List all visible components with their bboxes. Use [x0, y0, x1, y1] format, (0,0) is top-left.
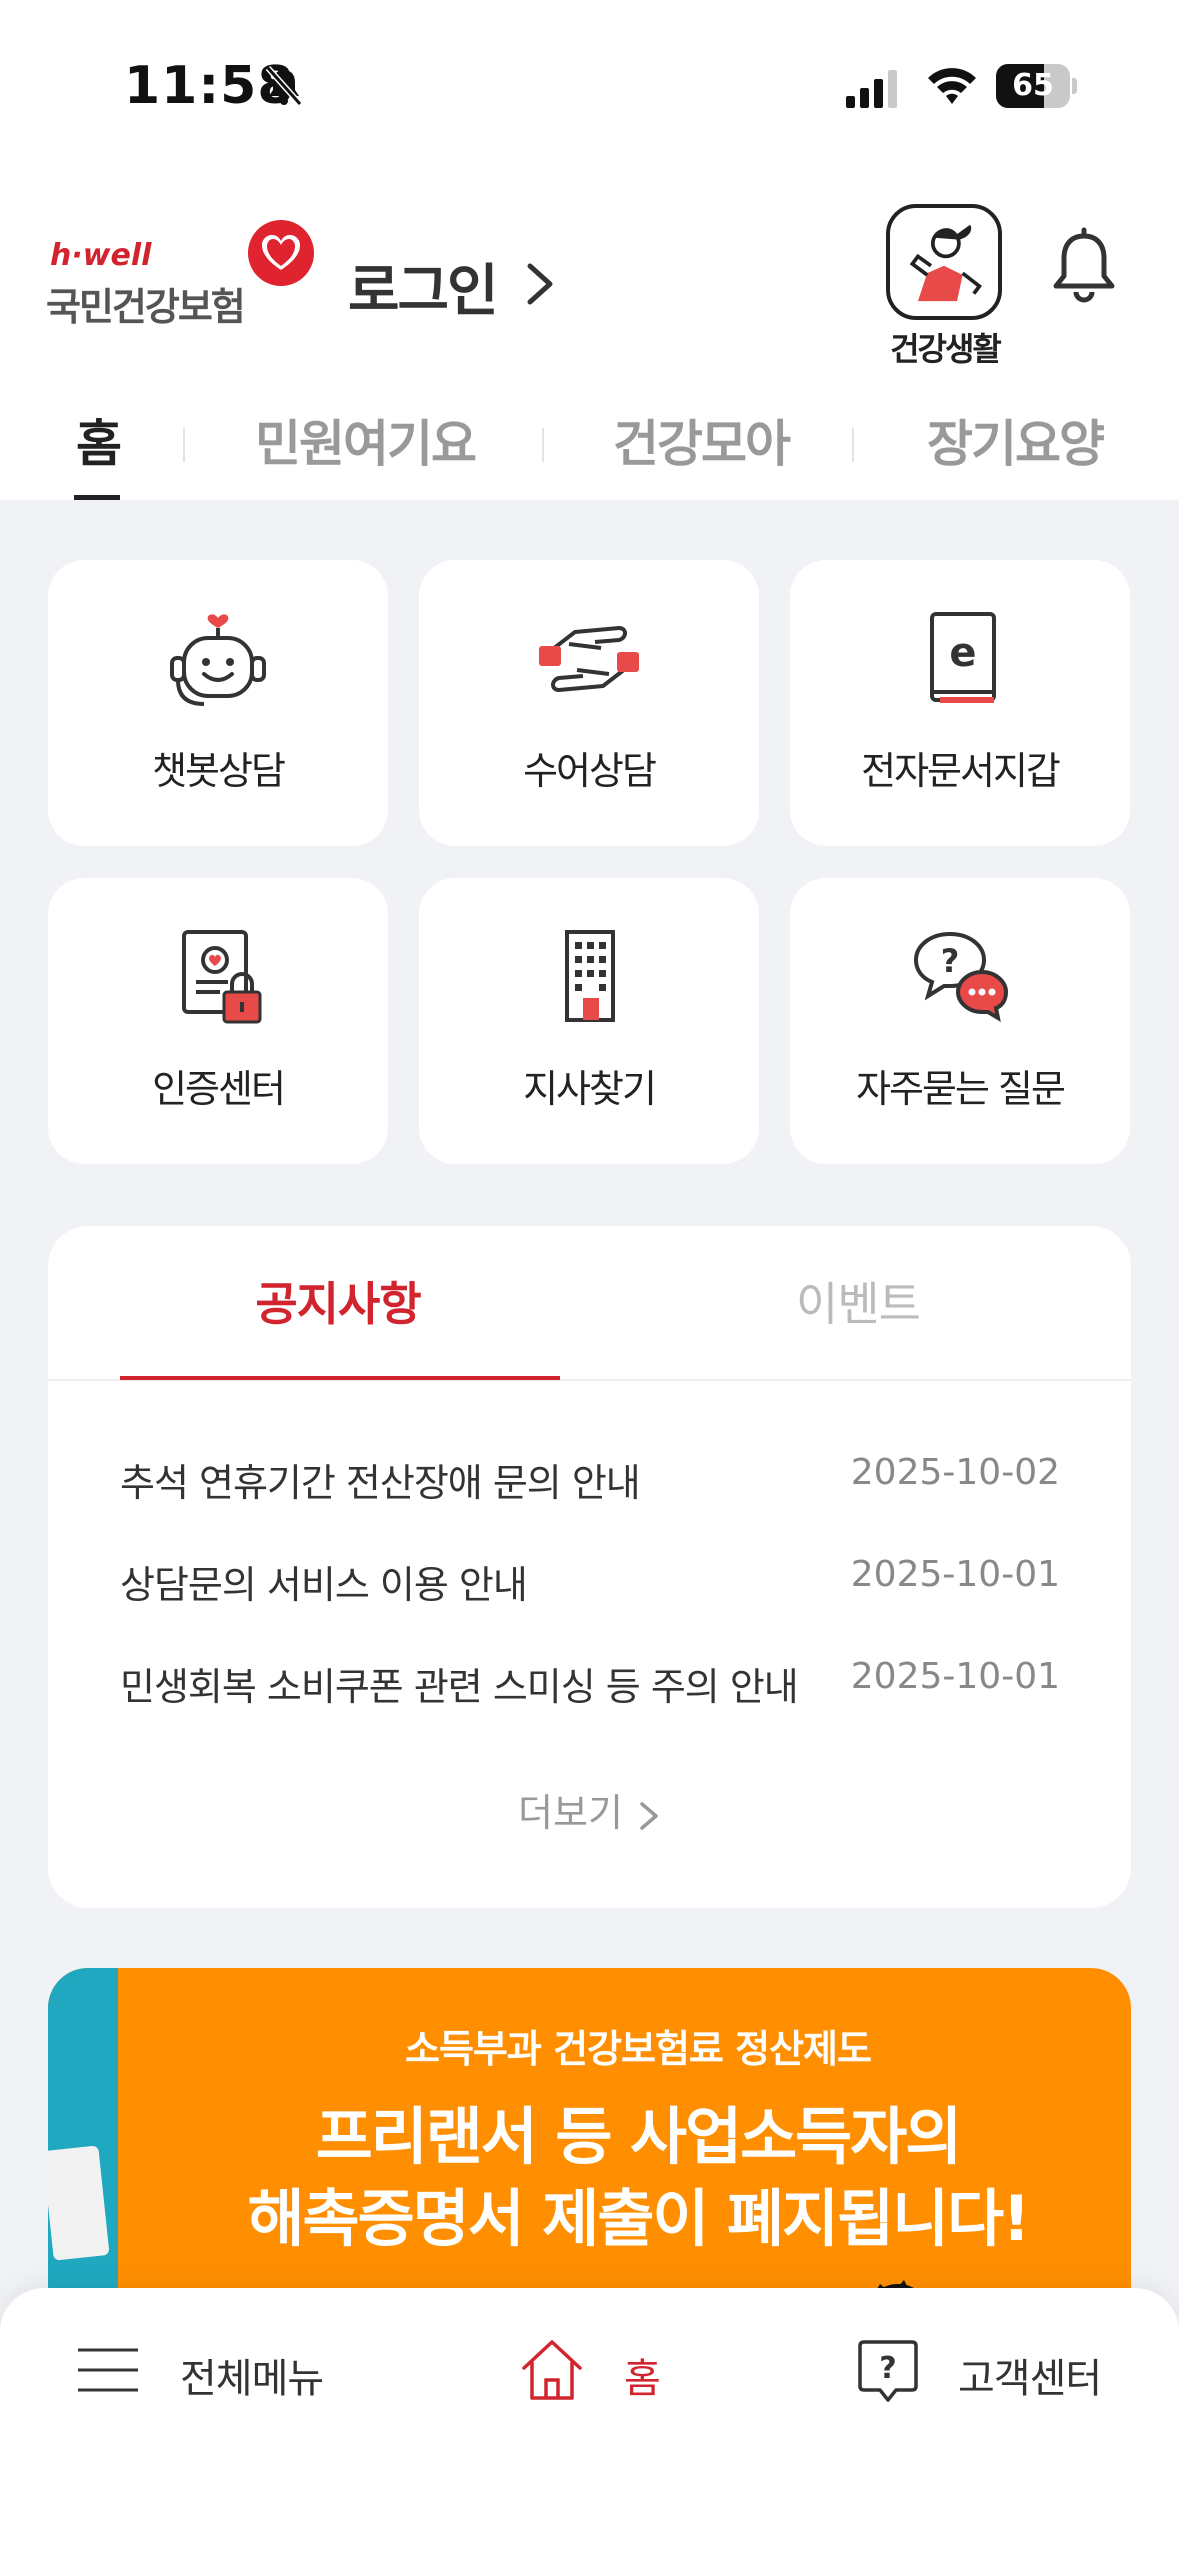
building-icon — [565, 930, 615, 1022]
health-life-icon — [886, 204, 1002, 320]
help-bubble-icon: ? — [858, 2340, 918, 2402]
menu-label: 인증센터 — [152, 1067, 286, 1111]
nhis-logo[interactable]: h·well 국민건강보험 — [46, 218, 316, 329]
nav-customer-center[interactable]: ? 고객센터 — [856, 2330, 1156, 2410]
banner-headline-2: 해촉증명서 제출이 폐지됩니다! — [247, 2182, 1031, 2255]
e-document-wallet-icon: e — [930, 612, 996, 703]
notice-item[interactable]: 추석 연휴기간 전산장애 문의 안내 2025-10-02 — [120, 1452, 1060, 1512]
hamburger-menu-icon — [78, 2348, 138, 2392]
notice-title: 민생회복 소비쿠폰 관련 스미싱 등 주의 안내 — [120, 1665, 799, 1709]
nav-label: 고객센터 — [958, 2356, 1102, 2402]
menu-card-chatbot[interactable]: 챗봇상담 — [48, 560, 388, 846]
menu-label: 수어상담 — [523, 749, 657, 793]
svg-text:e: e — [949, 630, 976, 676]
bottom-navigation: 전체메뉴 홈 ? 고객센터 — [0, 2288, 1179, 2556]
health-life-label: 건강생활 — [890, 330, 1002, 368]
notice-date: 2025-10-02 — [850, 1452, 1060, 1493]
menu-card-sign-language[interactable]: 수어상담 — [419, 560, 759, 846]
logo-tagline: h·well — [50, 238, 152, 273]
notice-item[interactable]: 상담문의 서비스 이용 안내 2025-10-01 — [120, 1554, 1060, 1614]
certificate-lock-icon — [182, 930, 262, 1024]
cellular-signal-icon — [846, 70, 897, 108]
svg-text:?: ? — [879, 2351, 896, 2386]
top-tab-bar: 홈 민원여기요 건강모아 장기요양 — [0, 388, 1179, 500]
health-life-button[interactable]: 건강생활 — [870, 204, 1020, 368]
nav-home[interactable]: 홈 — [520, 2330, 680, 2410]
notice-title: 상담문의 서비스 이용 안내 — [120, 1563, 528, 1607]
logo-heart-icon — [248, 220, 314, 286]
nav-label: 홈 — [624, 2356, 661, 2402]
banner-headline-1: 프리랜서 등 사업소득자의 — [315, 2100, 963, 2173]
tab-events[interactable]: 이벤트 — [668, 1268, 1048, 1334]
wifi-icon — [928, 68, 976, 104]
tab-notices[interactable]: 공지사항 — [188, 1268, 488, 1334]
tab-active-indicator — [74, 495, 120, 500]
battery-percent: 65 — [1012, 68, 1054, 103]
tab-health-moa[interactable]: 건강모아 — [576, 388, 826, 500]
notice-item[interactable]: 민생회복 소비쿠폰 관련 스미싱 등 주의 안내 2025-10-01 — [120, 1656, 1060, 1716]
tab-long-term-care[interactable]: 장기요양 — [890, 388, 1140, 500]
menu-card-certificate-center[interactable]: 인증센터 — [48, 878, 388, 1164]
tab-home[interactable]: 홈 — [48, 388, 148, 500]
notice-tab-indicator — [120, 1376, 560, 1380]
chatbot-icon — [170, 614, 266, 706]
faq-bubbles-icon: ? — [913, 931, 1009, 1023]
more-button[interactable]: 더보기 — [48, 1782, 1131, 1837]
tab-civil-service[interactable]: 민원여기요 — [220, 388, 510, 500]
battery-body: 65 — [996, 64, 1070, 108]
home-icon — [522, 2340, 582, 2400]
nav-all-menu[interactable]: 전체메뉴 — [76, 2330, 356, 2410]
menu-card-branch-finder[interactable]: 지사찾기 — [419, 878, 759, 1164]
notice-title: 추석 연휴기간 전산장애 문의 안내 — [120, 1461, 641, 1505]
login-link[interactable]: 로그인 — [348, 246, 499, 327]
notice-panel: 공지사항 이벤트 추석 연휴기간 전산장애 문의 안내 2025-10-02 상… — [48, 1226, 1131, 1908]
more-label: 더보기 — [518, 1791, 623, 1835]
banner-subtitle: 소득부과 건강보험료 정산제도 — [405, 2027, 872, 2071]
notice-date: 2025-10-01 — [850, 1656, 1060, 1697]
silent-mode-icon — [265, 66, 303, 106]
chevron-right-icon[interactable] — [522, 260, 558, 308]
nav-label: 전체메뉴 — [180, 2356, 324, 2402]
notification-bell-icon[interactable] — [1050, 226, 1118, 306]
logo-name: 국민건강보험 — [46, 285, 246, 329]
status-bar: 11:58 65 — [0, 0, 1179, 170]
menu-label: 전자문서지갑 — [861, 749, 1061, 793]
menu-label: 자주묻는 질문 — [856, 1067, 1066, 1111]
app-header: h·well 국민건강보험 로그인 건강생활 홈 민원여기요 건강모아 장기요양 — [0, 170, 1179, 500]
menu-label: 챗봇상담 — [152, 749, 286, 793]
notice-date: 2025-10-01 — [850, 1554, 1060, 1595]
svg-text:?: ? — [941, 942, 960, 980]
chevron-right-icon — [640, 1801, 658, 1830]
menu-label: 지사찾기 — [523, 1067, 657, 1111]
menu-card-e-document-wallet[interactable]: e 전자문서지갑 — [790, 560, 1130, 846]
battery-indicator: 65 — [996, 64, 1077, 108]
sign-language-icon — [539, 626, 639, 692]
menu-card-faq[interactable]: ? 자주묻는 질문 — [790, 878, 1130, 1164]
